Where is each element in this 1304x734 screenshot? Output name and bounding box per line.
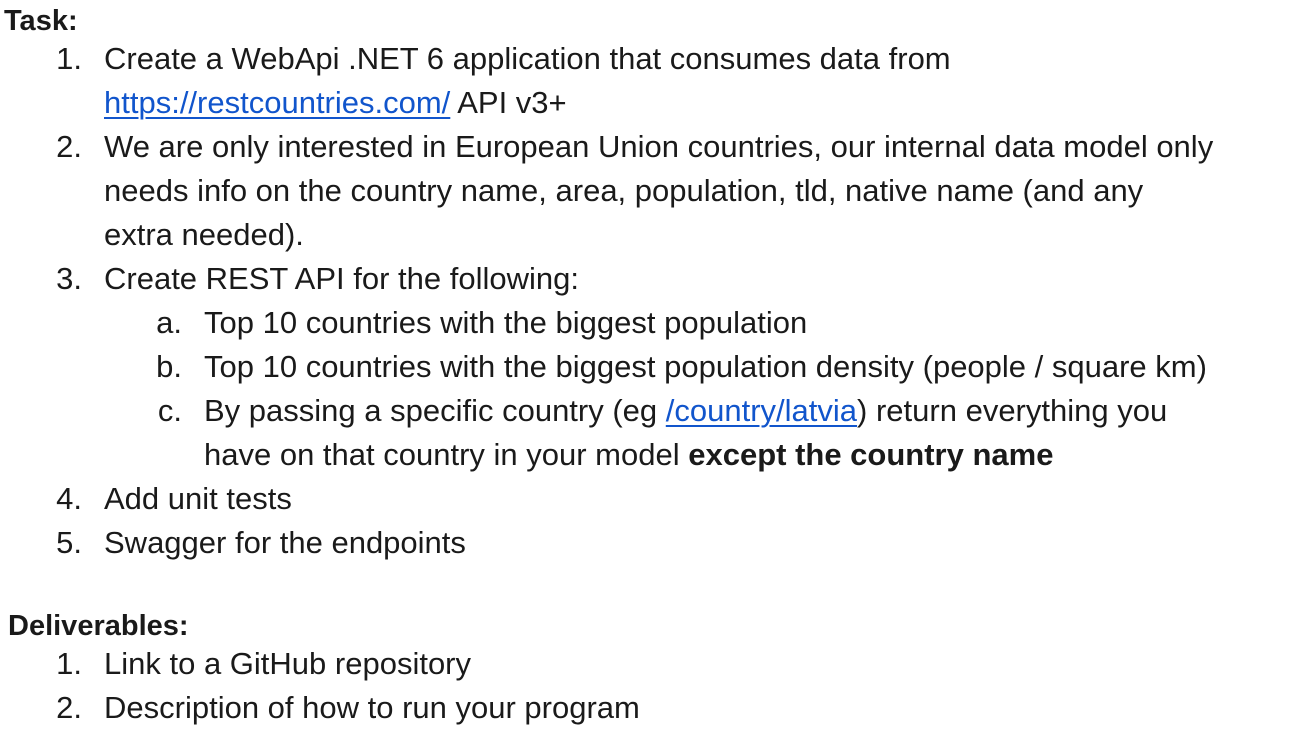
task-item-3-number: 3. [56, 261, 82, 296]
subitem-c-text-before: By passing a specific country (eg [204, 393, 666, 428]
deliverables-heading: Deliverables: [8, 610, 189, 642]
deliverable-2-text: Description of how to run your program [104, 690, 640, 725]
task-item-5-number: 5. [56, 525, 82, 560]
subitem-b-letter: b. [156, 349, 182, 384]
task-item-2-number: 2. [56, 129, 82, 164]
deliverable-2-number: 2. [56, 690, 82, 725]
task-item-2-line3: extra needed). [104, 217, 304, 252]
subitem-c-text-after: ) return everything you [857, 393, 1168, 428]
task-item-5-text: Swagger for the endpoints [104, 525, 466, 560]
subitem-c-letter: c. [157, 393, 182, 428]
subitem-c-line1: By passing a specific country (eg /count… [204, 389, 1167, 433]
task-item-2-line2: needs info on the country name, area, po… [104, 173, 1144, 208]
subitem-c-line2: have on that country in your model excep… [204, 433, 1053, 477]
task-item-2-line1: We are only interested in European Union… [104, 129, 1214, 164]
task-heading: Task: [4, 5, 78, 37]
document: Task: 1. Create a WebApi .NET 6 applicat… [0, 0, 1304, 734]
task-item-3-text: Create REST API for the following: [104, 261, 579, 296]
task-item-1-line2: https://restcountries.com/ API v3+ [104, 81, 567, 125]
deliverable-1-number: 1. [56, 646, 82, 681]
subitem-b-text: Top 10 countries with the biggest popula… [204, 349, 1207, 384]
subitem-c-text-bold: except the country name [688, 437, 1054, 472]
task-item-4-number: 4. [56, 481, 82, 516]
task-item-1-number: 1. [56, 41, 82, 76]
deliverable-1-text: Link to a GitHub repository [104, 646, 472, 681]
task-item-1-suffix: API v3+ [450, 85, 567, 120]
country-latvia-link[interactable]: /country/latvia [666, 393, 857, 428]
task-item-1-text: Create a WebApi .NET 6 application that … [104, 41, 951, 76]
restcountries-link[interactable]: https://restcountries.com/ [104, 85, 450, 120]
subitem-a-text: Top 10 countries with the biggest popula… [204, 305, 808, 340]
subitem-c-text-normal: have on that country in your model [204, 437, 689, 472]
task-item-4-text: Add unit tests [104, 481, 292, 516]
subitem-a-letter: a. [156, 305, 182, 340]
